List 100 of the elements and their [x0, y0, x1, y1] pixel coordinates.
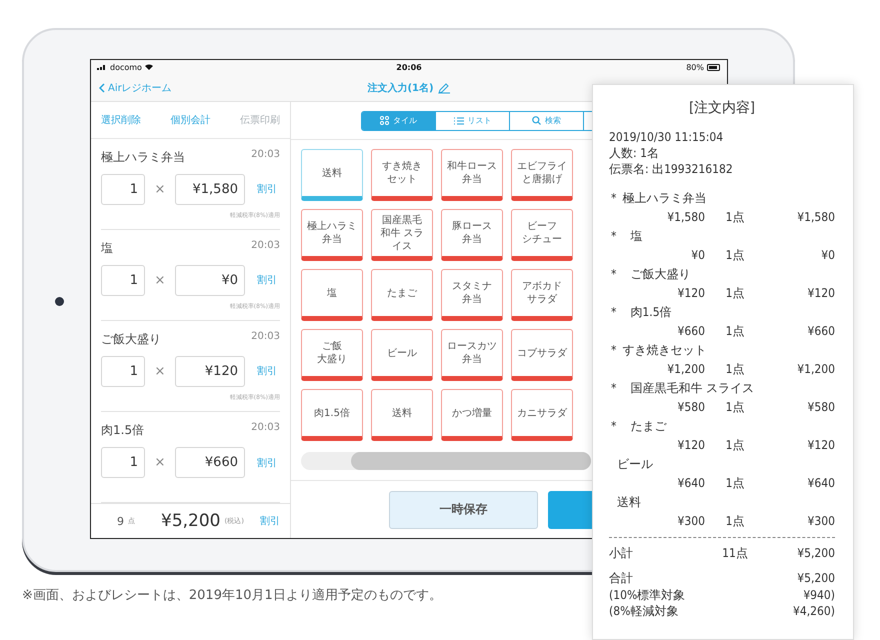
item-quantity: 1点 — [724, 247, 746, 264]
item-name: ご飯大盛り — [101, 330, 161, 348]
list-icon — [454, 116, 464, 124]
item-time: 20:03 — [251, 422, 280, 436]
asterisk: * — [611, 266, 616, 283]
item-name: 肉1.5倍 — [101, 422, 144, 440]
unit-price: ¥660 — [676, 323, 705, 340]
menu-tile[interactable]: 送料 — [371, 389, 433, 441]
total-label: 合計 — [609, 570, 633, 587]
item-quantity: 1点 — [724, 475, 746, 492]
clock: 20:06 — [396, 62, 422, 72]
line-amount: ¥660 — [806, 323, 835, 340]
line-amount: ¥1,580 — [796, 209, 835, 226]
line-amount: ¥0 — [820, 247, 835, 264]
asterisk: * — [611, 342, 616, 359]
subtotal-label: 小計 — [609, 545, 634, 562]
menu-tile[interactable]: ロースカツ 弁当 — [441, 329, 503, 381]
item-time: 20:03 — [251, 148, 280, 162]
receipt-item-name: 国産黒毛和牛 スライス — [629, 380, 754, 397]
menu-tile[interactable]: 豚ロース 弁当 — [441, 209, 503, 261]
menu-tile[interactable]: 送料 — [301, 149, 363, 201]
item-time: 20:03 — [251, 240, 280, 253]
menu-tile[interactable]: かつ増量 — [441, 389, 503, 441]
menu-tile[interactable]: すき焼き セット — [371, 149, 433, 201]
receipt-people: 人数: 1名 — [609, 145, 660, 161]
item-quantity: 1点 — [724, 513, 746, 530]
line-amount: ¥1,200 — [796, 361, 835, 378]
tax-amount: ¥4,260) — [793, 603, 835, 619]
menu-tile[interactable]: ビーフ シチュー — [511, 209, 573, 261]
multiply-sign: × — [154, 364, 166, 379]
menu-tile[interactable]: 塩 — [301, 269, 363, 321]
menu-tile[interactable]: 肉1.5倍 — [301, 389, 363, 441]
line-amount: ¥120 — [806, 285, 835, 302]
signal-icon — [97, 64, 107, 70]
unit-price: ¥0 — [690, 247, 705, 264]
line-amount: ¥580 — [806, 399, 835, 416]
receipt-item-name: 肉1.5倍 — [629, 304, 672, 321]
multiply-sign: × — [154, 272, 166, 288]
subtotal-amount: ¥5,200 — [796, 545, 835, 562]
receipt-item-name: たまご — [629, 418, 666, 435]
receipt-item-name: 極上ハラミ弁当 — [621, 190, 706, 207]
receipt-title: [注文内容] — [688, 99, 756, 117]
battery-level: 80% — [686, 62, 704, 72]
scroll-track[interactable] — [301, 452, 591, 470]
item-quantity: 1点 — [724, 399, 746, 416]
wifi-icon — [144, 64, 153, 70]
menu-tile[interactable]: エビフライ と唐揚げ — [511, 149, 573, 201]
price-field[interactable]: ¥120 — [175, 356, 245, 387]
search-icon — [532, 116, 541, 125]
chevron-left-icon — [99, 82, 105, 92]
checkout-button[interactable] — [548, 490, 592, 528]
asterisk: * — [611, 190, 616, 207]
unit-price: ¥300 — [676, 513, 705, 530]
grid-icon — [380, 116, 389, 125]
receipt-slip-name: 伝票名: 出1993216182 — [609, 161, 734, 177]
scroll-thumb[interactable] — [351, 452, 591, 470]
menu-tile[interactable]: カニサラダ — [511, 389, 573, 441]
multiply-sign: × — [154, 455, 166, 470]
price-field[interactable]: ¥660 — [175, 447, 245, 478]
item-quantity: 1点 — [724, 285, 746, 302]
tax-label: (8%軽減対象 — [609, 603, 678, 619]
asterisk: * — [611, 380, 616, 397]
asterisk: * — [611, 304, 616, 321]
pencil-icon[interactable] — [438, 82, 451, 94]
unit-price: ¥120 — [676, 437, 705, 454]
receipt-item-name: 塩 — [629, 228, 642, 245]
receipt-datetime: 2019/10/30 11:15:04 — [609, 129, 724, 145]
screen-title: 注文入力(1名) — [367, 81, 434, 94]
item-quantity: 1点 — [724, 437, 746, 454]
item-quantity: 1点 — [724, 209, 746, 226]
menu-tile[interactable]: 和牛ロース 弁当 — [441, 149, 503, 201]
line-amount: ¥120 — [806, 437, 835, 454]
total-amount: ¥5,200 — [161, 511, 220, 532]
menu-tile[interactable]: ビール — [371, 329, 433, 381]
menu-tile[interactable]: 極上ハラミ 弁当 — [301, 209, 363, 261]
menu-tile[interactable]: アボカド サラダ — [511, 269, 573, 321]
tax-label: (10%標準対象 — [609, 587, 686, 603]
multiply-sign: × — [154, 182, 166, 197]
menu-tile[interactable]: たまご — [371, 269, 433, 321]
price-field[interactable]: ¥0 — [175, 264, 245, 296]
tax-amount: ¥940) — [803, 587, 835, 603]
receipt-item-name: ご飯大盛り — [629, 266, 690, 283]
save-button[interactable]: 一時保存 — [389, 490, 538, 528]
menu-tile[interactable]: 国産黒毛 和牛 スラ イス — [371, 209, 433, 261]
quantity-field[interactable]: 1 — [101, 174, 145, 205]
unit-price: ¥120 — [676, 285, 705, 302]
quantity-field[interactable]: 1 — [101, 264, 145, 296]
footnote: ※画面、およびレシートは、2019年10月1日より適用予定のものです。 — [22, 587, 442, 604]
price-field[interactable]: ¥1,580 — [175, 174, 245, 205]
unit-price: ¥580 — [676, 399, 705, 416]
item-name: 極上ハラミ弁当 — [101, 148, 185, 166]
menu-tile[interactable]: スタミナ 弁当 — [441, 269, 503, 321]
item-quantity: 1点 — [724, 323, 746, 340]
item-quantity: 1点 — [724, 361, 746, 378]
total-value: ¥5,200 — [797, 570, 835, 587]
quantity-field[interactable]: 1 — [101, 447, 145, 478]
menu-tile[interactable]: ご飯 大盛り — [301, 329, 363, 381]
menu-tile[interactable]: コブサラダ — [511, 329, 573, 381]
quantity-field[interactable]: 1 — [101, 356, 145, 387]
item-count: 9 — [117, 514, 124, 528]
